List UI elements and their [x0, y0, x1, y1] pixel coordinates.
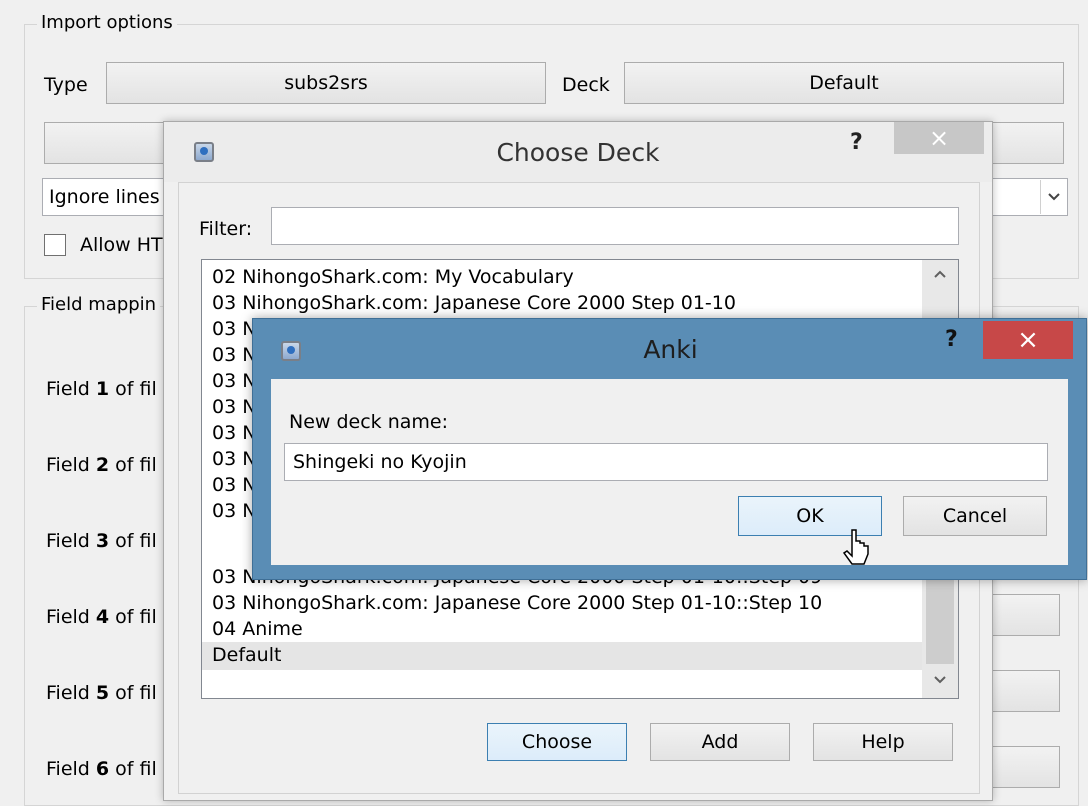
allow-html-label: Allow HT [80, 234, 163, 256]
help-button[interactable]: Help [813, 723, 953, 761]
list-item[interactable]: 03 NihongoShark.com: Japanese Core 2000 … [212, 290, 736, 316]
scroll-down-icon[interactable] [932, 674, 948, 690]
type-button[interactable]: subs2srs [106, 62, 546, 104]
help-icon[interactable]: ? [945, 327, 958, 352]
anki-title: Anki [643, 335, 698, 364]
field-row: Field 2 of fil [46, 454, 157, 476]
filter-input[interactable] [271, 207, 959, 245]
list-item[interactable]: 03 N [212, 342, 256, 368]
scroll-up-icon[interactable] [932, 268, 948, 284]
list-item[interactable]: 02 NihongoShark.com: My Vocabulary [212, 264, 574, 290]
close-icon: × [1017, 325, 1039, 355]
field-row: Field 3 of fil [46, 530, 157, 552]
list-item[interactable]: 04 Anime [212, 616, 303, 642]
list-item[interactable]: 03 N [212, 316, 256, 342]
type-label: Type [44, 74, 88, 96]
field-row: Field 6 of fil [46, 758, 157, 780]
new-deck-name-label: New deck name: [289, 411, 449, 433]
list-item[interactable]: 03 N [212, 498, 256, 524]
field-map-button[interactable] [990, 670, 1060, 712]
field-map-button[interactable] [990, 746, 1060, 788]
field-mapping-title: Field mappin [37, 295, 161, 315]
allow-html-checkbox[interactable] [44, 234, 66, 256]
anki-dialog: Anki ? × New deck name: Shingeki no Kyoj… [252, 318, 1087, 580]
choose-deck-title: Choose Deck [496, 138, 660, 167]
close-icon: × [928, 124, 950, 152]
list-item[interactable]: 03 N [212, 368, 256, 394]
selected-row-highlight [202, 642, 922, 670]
deck-name-input[interactable]: Shingeki no Kyojin [284, 443, 1048, 481]
mouse-cursor-icon [840, 526, 880, 576]
choose-button[interactable]: Choose [487, 723, 627, 761]
import-options-title: Import options [37, 13, 177, 33]
dropdown-arrow[interactable] [1040, 180, 1066, 214]
deck-label: Deck [562, 74, 610, 96]
deck-button[interactable]: Default [624, 62, 1064, 104]
add-button[interactable]: Add [650, 723, 790, 761]
scroll-thumb[interactable] [926, 580, 954, 664]
field-map-button[interactable] [990, 594, 1060, 636]
help-icon[interactable]: ? [850, 130, 863, 155]
ignore-lines-text: Ignore lines [49, 186, 160, 208]
list-item[interactable]: 03 NihongoShark.com: Japanese Core 2000 … [212, 590, 822, 616]
field-row: Field 5 of fil [46, 682, 157, 704]
list-item[interactable]: 03 N [212, 446, 256, 472]
field-row: Field 4 of fil [46, 606, 157, 628]
chevron-down-icon [1047, 193, 1060, 201]
cancel-button[interactable]: Cancel [903, 496, 1047, 536]
list-item[interactable]: 03 N [212, 394, 256, 420]
list-item[interactable]: 03 N [212, 472, 256, 498]
close-button[interactable]: × [894, 122, 984, 154]
list-item[interactable]: 03 N [212, 420, 256, 446]
close-button[interactable]: × [983, 321, 1073, 359]
list-item-selected[interactable]: Default [212, 642, 281, 668]
field-row: Field 1 of fil [46, 378, 157, 400]
filter-label: Filter: [199, 218, 253, 240]
